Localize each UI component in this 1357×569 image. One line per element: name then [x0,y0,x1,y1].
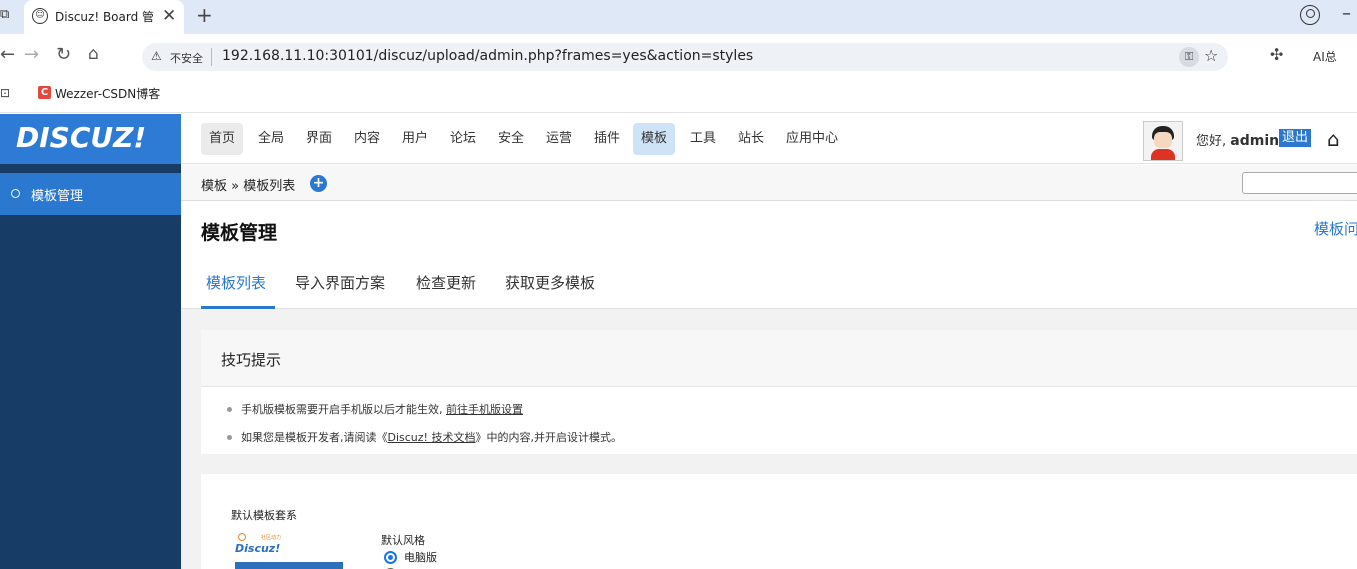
forward-arrow-icon[interactable]: → [24,44,39,65]
back-arrow-icon[interactable]: ← [0,44,15,65]
nav-item-tools[interactable]: 工具 [682,123,724,155]
nav-item-operation[interactable]: 运营 [538,123,580,155]
home-page-icon[interactable]: ⌂ [88,44,99,64]
nav-item-webmaster[interactable]: 站长 [730,123,772,155]
thumbnail-logo: Discuz! [235,542,281,555]
tip-text: 》中的内容,并开启设计模式。 [475,431,622,444]
bookmark-csdn[interactable]: Wezzer-CSDN博客 [55,85,160,102]
nav-item-forum[interactable]: 论坛 [442,123,484,155]
greeting: 您好, admin [1196,130,1279,149]
csdn-favicon-icon: C [38,86,51,99]
template-set-card: 默认模板套系 社区动力 Discuz! 默认风格 电脑版 [201,474,1357,569]
avatar-face [1154,132,1172,148]
main-header: 模板管理 模板问 模板列表 导入界面方案 检查更新 获取更多模板 [181,201,1357,309]
thumbnail-nav-bar [235,562,343,569]
nav-item-security[interactable]: 安全 [490,123,532,155]
admin-top-nav: 首页 全局 界面 内容 用户 论坛 安全 运营 插件 模板 工具 站长 应用中心… [181,114,1357,164]
username: admin [1230,133,1280,149]
reload-icon[interactable]: ↻ [56,44,71,65]
browser-toolbar: ← → ↻ ⌂ ⚠ 不安全 192.168.11.10:30101/discuz… [0,34,1357,80]
nav-item-templates[interactable]: 模板 [633,123,676,155]
tips-header: 技巧提示 [201,330,1357,387]
warning-icon[interactable]: ⚠ [151,49,162,63]
tab-more-templates[interactable]: 获取更多模板 [505,272,595,293]
radio-pc-label[interactable]: 电脑版 [404,549,437,565]
profile-icon[interactable] [1300,5,1320,25]
password-key-icon[interactable]: ⚿ [1179,47,1199,67]
bullet-icon [227,406,232,412]
tab-template-list[interactable]: 模板列表 [206,272,266,293]
add-shortcut-icon[interactable]: + [310,175,327,192]
tip-row: 手机版模板需要开启手机版以后才能生效, 前往手机版设置 [227,401,523,417]
discuz-favicon-icon: ☺ [32,8,48,24]
tip-text: 如果您是模板开发者,请阅读《 [241,431,388,444]
tips-panel: 技巧提示 手机版模板需要开启手机版以后才能生效, 前往手机版设置 如果您是模板开… [201,330,1357,454]
main-content: 模板管理 模板问 模板列表 导入界面方案 检查更新 获取更多模板 技巧提示 手机… [181,201,1357,569]
tips-title: 技巧提示 [221,351,282,369]
template-thumbnail[interactable]: 社区动力 Discuz! [235,532,343,569]
browser-tab-strip: ⧉ ☺ Discuz! Board 管 ✕ + – [0,0,1357,34]
nav-item-home[interactable]: 首页 [201,123,244,155]
bookmark-star-icon[interactable]: ☆ [1204,46,1218,65]
nav-item-users[interactable]: 用户 [394,123,436,155]
logout-link[interactable]: 退出 [1279,129,1312,147]
tab-import-scheme[interactable]: 导入界面方案 [295,272,385,293]
bookmarks-bar: ⊡ C Wezzer-CSDN博客 [0,80,1357,113]
nav-item-interface[interactable]: 界面 [298,123,340,155]
template-help-link[interactable]: 模板问 [1314,218,1357,239]
avatar[interactable] [1143,121,1183,161]
url-text[interactable]: 192.168.11.10:30101/discuz/upload/admin.… [222,48,753,64]
new-tab-button[interactable]: + [196,3,213,27]
insecure-label[interactable]: 不安全 [170,50,203,66]
tip-text: 手机版模板需要开启手机版以后才能生效, [241,403,443,416]
radio-pc-style[interactable] [384,551,397,564]
page-title: 模板管理 [201,222,278,244]
home-icon[interactable]: ⌂ [1327,127,1340,151]
default-style-label: 默认风格 [381,534,425,547]
bullet-icon [227,434,232,440]
greeting-text: 您好, [1196,134,1227,149]
address-divider [211,48,212,66]
menu-search-input[interactable] [1242,172,1357,194]
close-tab-icon[interactable]: ✕ [162,6,176,26]
tab-search-icon[interactable]: ⧉ [0,7,12,23]
apps-icon[interactable]: ⊡ [0,86,10,100]
thumbnail-tagline: 社区动力 [261,535,282,541]
circle-bullet-icon [11,189,20,198]
tip-row: 如果您是模板开发者,请阅读《Discuz! 技术文档》中的内容,并开启设计模式。 [227,429,622,445]
minimize-window-icon[interactable]: – [1342,3,1351,24]
lightbulb-icon [238,533,246,541]
tech-docs-link[interactable]: Discuz! 技术文档 [388,431,476,444]
sidebar-item-template-manage[interactable]: 模板管理 [0,173,181,215]
mobile-settings-link[interactable]: 前往手机版设置 [446,403,523,416]
active-tab-underline [201,306,275,309]
nav-item-global[interactable]: 全局 [250,123,292,155]
sidebar-item-label: 模板管理 [31,189,84,204]
browser-tab[interactable]: ☺ Discuz! Board 管 ✕ [24,0,184,34]
ai-assistant-button[interactable]: AI总 [1313,48,1337,65]
tab-title: Discuz! Board 管 [55,10,155,24]
address-bar[interactable]: ⚠ 不安全 192.168.11.10:30101/discuz/upload/… [142,43,1228,71]
breadcrumb-bar: 模板 » 模板列表 + [181,165,1357,201]
discuz-logo[interactable]: DISCUZ! [16,121,146,154]
nav-item-app-center[interactable]: 应用中心 [778,123,846,155]
template-set-label: 默认模板套系 [231,509,297,522]
avatar-body [1151,149,1175,160]
extensions-icon[interactable]: ✣ [1270,45,1283,64]
discuz-logo-area[interactable]: DISCUZ! [0,114,181,164]
breadcrumb: 模板 » 模板列表 [201,179,296,194]
tab-check-update[interactable]: 检查更新 [416,272,476,293]
nav-item-content[interactable]: 内容 [346,123,388,155]
nav-item-plugins[interactable]: 插件 [586,123,628,155]
admin-sidebar: 模板管理 [0,164,181,569]
